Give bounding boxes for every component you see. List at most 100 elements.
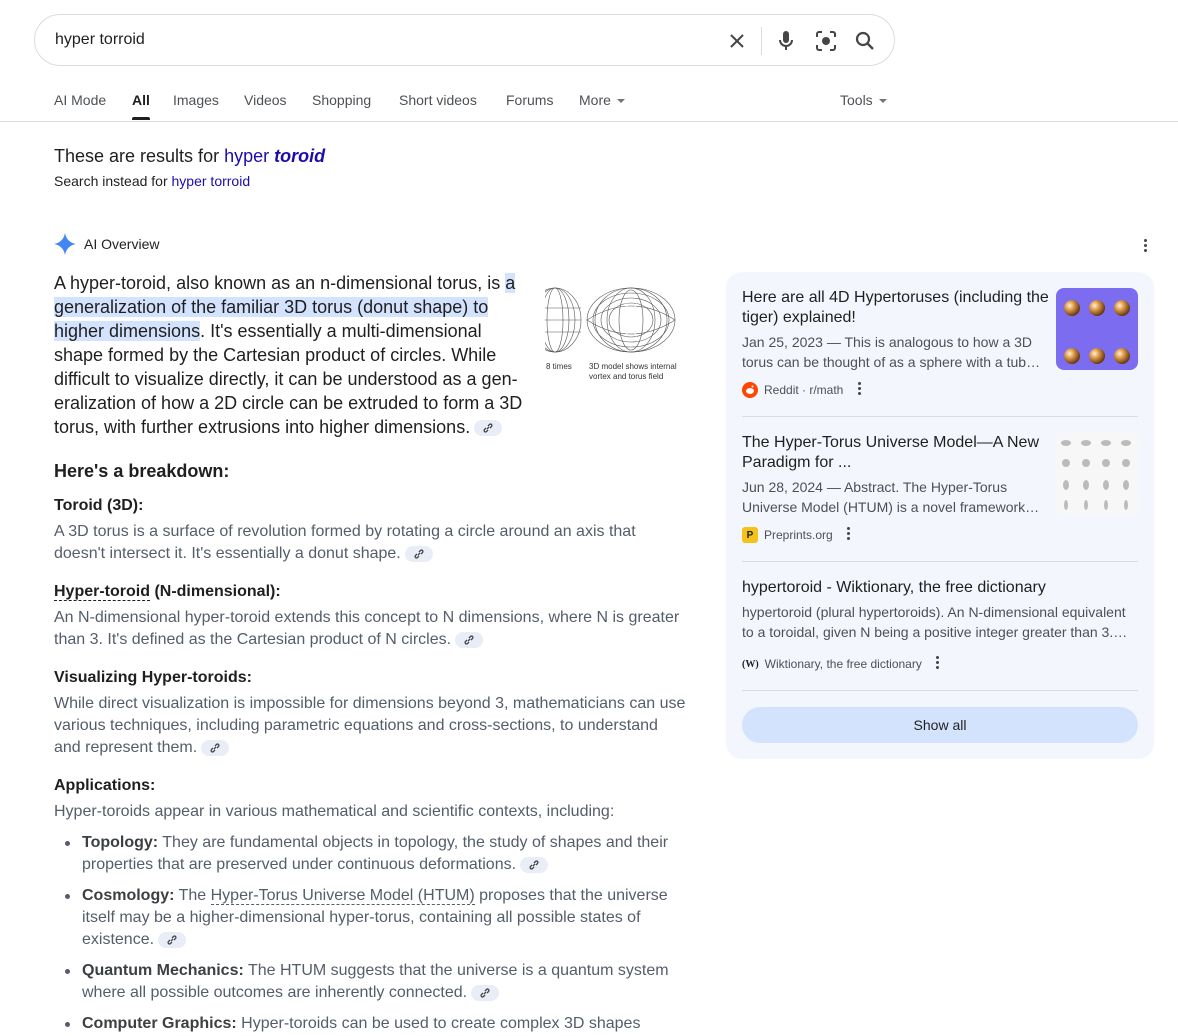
- divider: [742, 690, 1138, 691]
- link-icon[interactable]: [404, 545, 433, 562]
- show-all-button[interactable]: Show all: [742, 707, 1138, 743]
- breakdown-heading: Here's a breakdown:: [54, 461, 230, 481]
- source-title[interactable]: Here are all 4D Hypertoruses (including …: [742, 288, 1052, 328]
- bullet-text-before: The: [174, 887, 211, 904]
- section-text: An N-dimensional hyper-toroid extends th…: [54, 609, 680, 648]
- search-box[interactable]: hyper torroid: [34, 14, 895, 66]
- more-options-icon[interactable]: [847, 526, 851, 542]
- more-options-icon[interactable]: [936, 655, 940, 671]
- search-instead: Search instead for hyper torroid: [54, 173, 250, 189]
- tools-button[interactable]: Tools: [840, 92, 887, 108]
- section-heading-hyper-toroid: Hyper-toroid (N-dimensional):: [54, 583, 281, 601]
- tab-images[interactable]: Images: [173, 92, 219, 108]
- divider: [742, 416, 1138, 417]
- tab-more-label: More: [579, 92, 611, 108]
- tab-forums[interactable]: Forums: [506, 92, 553, 108]
- ai-overview-label: AI Overview: [84, 236, 160, 252]
- image-caption-right-1: 3D model shows internal: [589, 362, 677, 371]
- section-text-toroid: A 3D torus is a surface of revolution fo…: [54, 521, 686, 565]
- section-text: While direct visualization is impossible…: [54, 695, 686, 756]
- htum-link[interactable]: Hyper-Torus Universe Model (HTUM): [210, 887, 475, 905]
- image-caption-left: 8 times: [546, 362, 572, 371]
- source-title[interactable]: The Hyper-Torus Universe Model—A New Par…: [742, 433, 1052, 473]
- source-name: Reddit · r/math: [764, 383, 844, 397]
- link-icon[interactable]: [471, 984, 500, 1001]
- source-title[interactable]: hypertoroid - Wiktionary, the free dicti…: [742, 578, 1138, 598]
- section-text-hyper-toroid: An N-dimensional hyper-toroid extends th…: [54, 607, 686, 651]
- section-heading-visualizing: Visualizing Hyper-toroids:: [54, 669, 252, 686]
- source-thumbnail[interactable]: [1056, 433, 1138, 515]
- source-card-preprints[interactable]: The Hyper-Torus Universe Model—A New Par…: [742, 433, 1138, 543]
- section-heading-toroid: Toroid (3D):: [54, 497, 144, 514]
- ai-overview-header: AI Overview: [54, 233, 159, 255]
- tabs-divider: [0, 121, 1178, 122]
- list-item: Topology: They are fundamental objects i…: [65, 832, 690, 876]
- corrected-word-1: hyper: [224, 146, 270, 166]
- intro-before: A hyper-toroid, also known as an n-dimen…: [54, 273, 506, 293]
- bullet-term: Cosmology:: [82, 887, 175, 904]
- tab-videos[interactable]: Videos: [244, 92, 287, 108]
- link-icon[interactable]: [520, 856, 549, 873]
- source-name: Wiktionary, the free dictionary: [764, 657, 922, 671]
- mic-icon[interactable]: [774, 29, 798, 53]
- source-snippet: hypertoroid (plural hypertoroids). An N-…: [742, 604, 1128, 640]
- source-meta: (W) Wiktionary, the free dictionary: [742, 655, 940, 672]
- source-snippet: Jun 28, 2024 — Abstract. The Hyper-Torus…: [742, 479, 1040, 515]
- section-text-visualizing: While direct visualization is impossible…: [54, 693, 686, 759]
- tools-label: Tools: [840, 92, 873, 108]
- tab-more[interactable]: More: [579, 92, 625, 108]
- corrected-query-link[interactable]: hyper toroid: [224, 146, 325, 166]
- ai-overview-intro: A hyper-toroid, also known as an n-dimen…: [54, 271, 532, 439]
- link-icon[interactable]: [158, 931, 187, 948]
- chevron-down-icon: [616, 99, 625, 104]
- bullet-term: Quantum Mechanics:: [82, 962, 244, 979]
- chevron-down-icon: [878, 99, 887, 104]
- list-item: Computer Graphics: Hyper-toroids can be …: [65, 1013, 690, 1035]
- torus-image[interactable]: 8 times 3D model shows internal vortex a…: [545, 282, 686, 386]
- source-meta: P Preprints.org: [742, 526, 851, 543]
- original-query-link[interactable]: hyper torroid: [172, 173, 251, 189]
- list-item: Cosmology: The Hyper-Torus Universe Mode…: [65, 885, 690, 951]
- source-name: Preprints.org: [764, 528, 833, 542]
- search-icon[interactable]: [853, 29, 877, 53]
- link-icon[interactable]: [201, 739, 230, 756]
- bullet-text: They are fundamental objects in topology…: [82, 834, 669, 873]
- more-options-icon[interactable]: [1143, 239, 1147, 254]
- sources-panel: Here are all 4D Hypertoruses (including …: [726, 272, 1154, 759]
- tab-shopping[interactable]: Shopping: [312, 92, 371, 108]
- source-snippet: Jan 25, 2023 — This is analogous to how …: [742, 334, 1041, 370]
- spelling-correction: These are results for hyper toroid: [54, 146, 325, 167]
- instead-prefix: Search instead for: [54, 173, 172, 189]
- ai-sparkle-icon: [54, 233, 76, 255]
- bullet-term: Computer Graphics:: [82, 1015, 237, 1032]
- source-meta: Reddit · r/math: [742, 381, 861, 398]
- source-card-wiktionary[interactable]: hypertoroid - Wiktionary, the free dicti…: [742, 578, 1138, 688]
- link-icon[interactable]: [455, 631, 484, 648]
- section-text: A 3D torus is a surface of revolution fo…: [54, 523, 636, 562]
- tab-ai-mode[interactable]: AI Mode: [54, 92, 106, 108]
- source-thumbnail[interactable]: [1056, 288, 1138, 370]
- source-card-reddit[interactable]: Here are all 4D Hypertoruses (including …: [742, 288, 1138, 398]
- search-divider: [761, 27, 762, 55]
- bullet-term: Topology:: [82, 834, 159, 851]
- close-icon[interactable]: [725, 29, 749, 53]
- correction-prefix: These are results for: [54, 146, 225, 166]
- preprints-icon: P: [742, 527, 758, 543]
- divider: [742, 561, 1138, 562]
- heading-rest: (N-dimensional):: [150, 583, 281, 600]
- corrected-word-2: toroid: [274, 146, 326, 166]
- more-options-icon[interactable]: [857, 381, 861, 397]
- search-input[interactable]: hyper torroid: [55, 31, 145, 49]
- wiktionary-icon: (W): [742, 658, 759, 670]
- reddit-icon: [742, 382, 758, 398]
- list-item: Quantum Mechanics: The HTUM suggests tha…: [65, 960, 690, 1004]
- section-heading-applications: Applications:: [54, 777, 156, 794]
- hyper-toroid-link[interactable]: Hyper-toroid: [54, 583, 150, 601]
- lens-icon[interactable]: [814, 29, 838, 53]
- bullet-text: Hyper-toroids can be used to create comp…: [236, 1015, 641, 1032]
- section-text-applications: Hyper-toroids appear in various mathemat…: [54, 803, 615, 820]
- tab-all[interactable]: All: [132, 92, 150, 120]
- tab-short-videos[interactable]: Short videos: [399, 92, 477, 108]
- image-caption-right-2: vortex and torus field: [589, 372, 663, 381]
- link-icon[interactable]: [474, 420, 503, 437]
